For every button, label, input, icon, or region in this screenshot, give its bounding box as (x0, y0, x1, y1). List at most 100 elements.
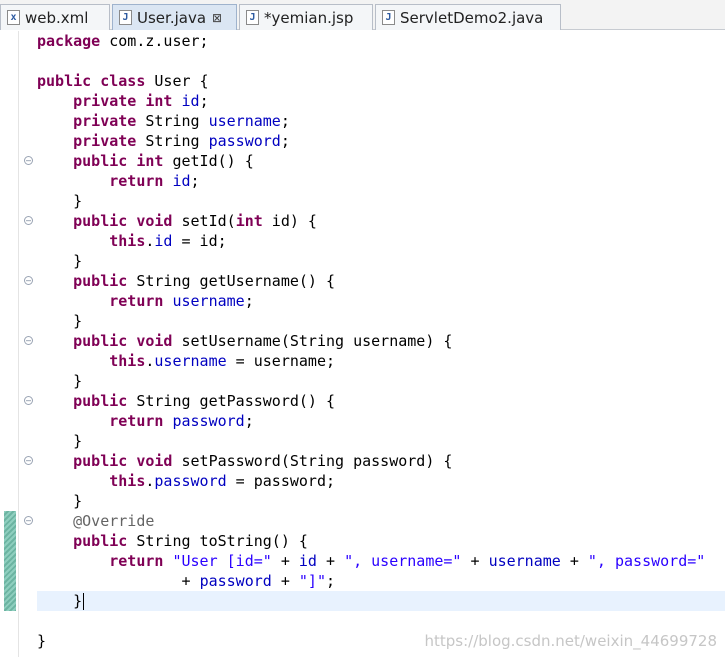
code-token: } (37, 312, 83, 330)
code-line[interactable]: } (37, 191, 705, 211)
code-token: String getUsername() { (127, 272, 336, 290)
code-token: username (208, 112, 281, 130)
code-token: String (136, 112, 209, 130)
code-token: password (199, 572, 272, 590)
code-line[interactable]: public void setUsername(String username)… (37, 331, 705, 351)
code-line[interactable]: } (37, 431, 705, 451)
tab-web-xml[interactable]: x web.xml (0, 4, 110, 30)
code-line[interactable]: public String getUsername() { (37, 271, 705, 291)
fold-toggle-icon[interactable]: – (24, 276, 33, 285)
code-token: } (37, 192, 83, 210)
code-token: password (154, 472, 227, 490)
source-code[interactable]: package com.z.user; public class User { p… (37, 31, 705, 651)
code-token: } (37, 432, 83, 450)
code-line[interactable]: return username; (37, 291, 705, 311)
code-token: User { (145, 72, 209, 90)
code-token: password (208, 132, 281, 150)
code-token: id (181, 92, 200, 110)
code-line[interactable] (37, 51, 705, 71)
code-token: + (37, 572, 200, 590)
code-token: password (172, 412, 245, 430)
fold-toggle-icon[interactable]: – (24, 456, 33, 465)
java-file-icon: J (119, 10, 132, 25)
fold-toggle-icon[interactable]: – (24, 516, 33, 525)
code-token: setPassword(String password) { (172, 452, 453, 470)
code-line[interactable]: this.username = username; (37, 351, 705, 371)
code-token: public int (73, 152, 164, 170)
code-line[interactable]: return password; (37, 411, 705, 431)
code-line[interactable]: public int getId() { (37, 151, 705, 171)
code-line[interactable]: } (37, 591, 705, 611)
code-line[interactable]: return id; (37, 171, 705, 191)
code-token: ; (280, 112, 290, 130)
code-line[interactable]: package com.z.user; (37, 31, 705, 51)
fold-toggle-icon[interactable]: – (24, 336, 33, 345)
code-line[interactable] (37, 611, 705, 631)
code-line[interactable]: public class User { (37, 71, 705, 91)
code-token: } (37, 252, 83, 270)
code-line[interactable]: return "User [id=" + id + ", username=" … (37, 551, 705, 571)
code-line[interactable]: this.id = id; (37, 231, 705, 251)
code-line[interactable]: } (37, 311, 705, 331)
code-token: public (73, 392, 128, 410)
code-line[interactable]: + password + "]"; (37, 571, 705, 591)
code-token: ; (199, 92, 209, 110)
code-line[interactable]: this.password = password; (37, 471, 705, 491)
code-token: ; (244, 292, 254, 310)
code-line[interactable]: public void setId(int id) { (37, 211, 705, 231)
code-line[interactable]: private String password; (37, 131, 705, 151)
code-token: this (109, 472, 146, 490)
fold-toggle-icon[interactable]: – (24, 396, 33, 405)
code-token: ", username=" (344, 552, 462, 570)
code-token: setId( (172, 212, 236, 230)
code-line[interactable]: public void setPassword(String password)… (37, 451, 705, 471)
code-line[interactable]: public String getPassword() { (37, 391, 705, 411)
code-line[interactable]: } (37, 491, 705, 511)
code-token: } (37, 632, 47, 650)
code-token: "User [id=" (172, 552, 272, 570)
code-token: ; (190, 172, 200, 190)
code-token: package (37, 32, 101, 50)
code-token: return (109, 552, 164, 570)
code-token: getId() { (163, 152, 254, 170)
code-token: this (109, 352, 146, 370)
tab-user-java[interactable]: J User.java ⊠ (112, 4, 237, 30)
code-editor[interactable]: – – – – – – – package com.z.user; public class … (0, 31, 725, 657)
code-token: String (136, 132, 209, 150)
tab-label: ServletDemo2.java (400, 8, 544, 27)
xml-file-icon: x (7, 10, 20, 25)
tab-yemian-jsp[interactable]: J *yemian.jsp (239, 4, 373, 30)
code-line[interactable]: @Override (37, 511, 705, 531)
fold-toggle-icon[interactable]: – (24, 216, 33, 225)
code-line[interactable]: } (37, 371, 705, 391)
code-line[interactable]: public String toString() { (37, 531, 705, 551)
tab-label: User.java (137, 8, 207, 27)
close-icon[interactable]: ⊠ (212, 11, 222, 25)
quick-diff-change-bar (4, 511, 16, 611)
code-token: private (73, 132, 137, 150)
code-line[interactable]: } (37, 251, 705, 271)
code-token: id (298, 552, 317, 570)
code-token: "]" (298, 572, 326, 590)
code-token: + (271, 572, 299, 590)
code-token: public (73, 532, 128, 550)
tab-servletdemo2-java[interactable]: J ServletDemo2.java (375, 4, 561, 30)
code-token: ; (326, 572, 336, 590)
code-token: this (109, 232, 146, 250)
code-line[interactable]: private int id; (37, 91, 705, 111)
fold-toggle-icon[interactable]: – (24, 156, 33, 165)
code-line[interactable]: private String username; (37, 111, 705, 131)
tab-label: *yemian.jsp (264, 8, 354, 27)
